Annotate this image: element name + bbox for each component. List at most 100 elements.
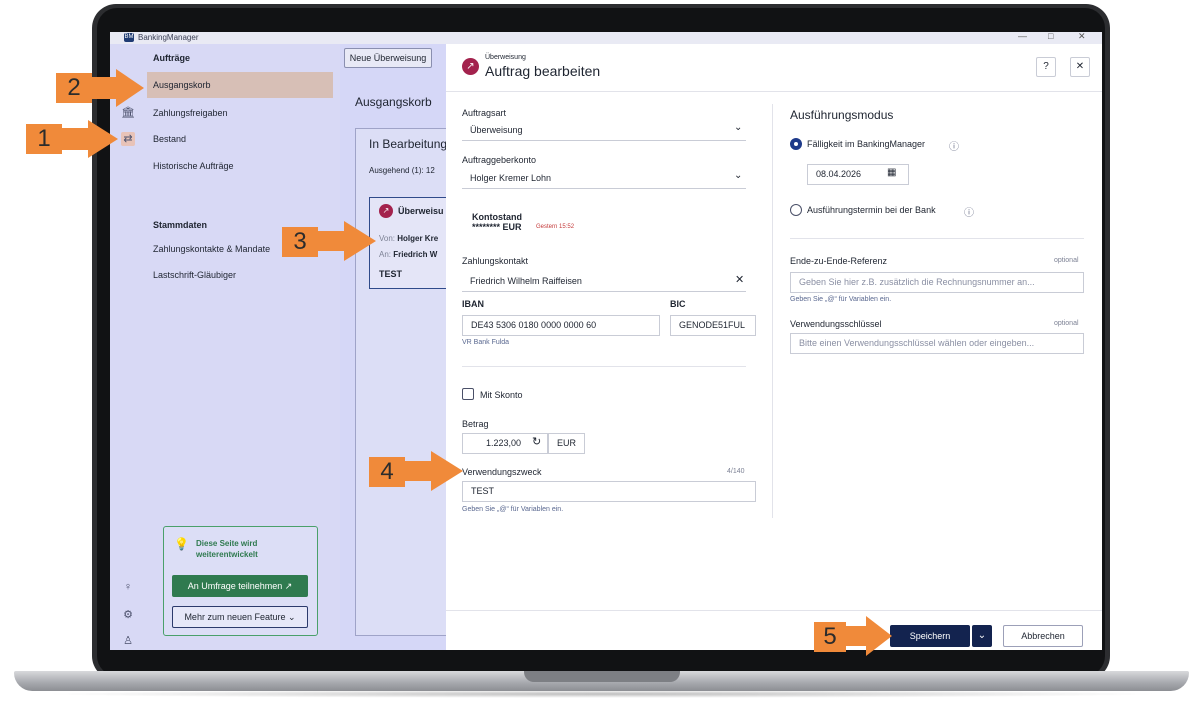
betrag-label: Betrag bbox=[462, 419, 489, 429]
marker-2-arrow bbox=[92, 69, 144, 107]
marker-1: 1 bbox=[37, 125, 51, 152]
order-from-label: Von: bbox=[379, 234, 396, 243]
e2e-input[interactable]: Geben Sie hier z.B. zusätzlich die Rechn… bbox=[790, 272, 1084, 293]
divider bbox=[462, 366, 746, 367]
edit-order-dialog: ↗ Überweisung Auftrag bearbeiten ? ✕ Auf… bbox=[446, 44, 1102, 650]
bank-name: VR Bank Fulda bbox=[462, 339, 510, 346]
kontostand-time: Gestern 15:52 bbox=[536, 224, 575, 230]
marker-5: 5 bbox=[823, 623, 837, 650]
marker-4-arrow bbox=[405, 451, 463, 491]
currency-select[interactable]: EUR bbox=[548, 433, 585, 454]
app-logo-icon: BM bbox=[124, 33, 134, 42]
marker-4: 4 bbox=[380, 458, 394, 485]
laptop-shadow bbox=[40, 690, 1163, 698]
chevron-down-icon: ⌄ bbox=[734, 170, 743, 181]
bank-termin-label: Ausführungstermin bei der Bank bbox=[807, 205, 936, 215]
auftraggeber-label: Auftraggeberkonto bbox=[462, 155, 537, 165]
app-title: BankingManager bbox=[138, 33, 199, 42]
skonto-label: Mit Skonto bbox=[480, 390, 523, 400]
in-progress-title: In Bearbeitung bbox=[369, 137, 448, 151]
save-button[interactable]: Speichern bbox=[890, 625, 970, 647]
e2e-placeholder: Geben Sie hier z.B. zusätzlich die Rechn… bbox=[799, 277, 1035, 287]
order-from: Von: Holger Kre bbox=[379, 234, 438, 243]
faelligkeit-radio[interactable] bbox=[790, 138, 802, 150]
close-dialog-icon[interactable]: ✕ bbox=[1070, 57, 1090, 77]
calendar-icon[interactable]: ▦ bbox=[887, 167, 896, 178]
dialog-title: Auftrag bearbeiten bbox=[485, 63, 601, 79]
e2e-hint: Geben Sie „@“ für Variablen ein. bbox=[790, 296, 892, 303]
external-link-icon: ↗ bbox=[284, 581, 293, 591]
close-window-button[interactable]: ✕ bbox=[1078, 32, 1086, 42]
transfer-icon: ↗ bbox=[462, 58, 479, 75]
bank-termin-radio[interactable] bbox=[790, 204, 802, 216]
verwendungsschluessel-input[interactable]: Bitte einen Verwendungsschlüssel wählen … bbox=[790, 333, 1084, 354]
chevron-down-icon: ⌄ bbox=[734, 122, 743, 133]
kontostand-value: ******** EUR bbox=[472, 222, 522, 232]
screen: BM BankingManager — □ ✕ ⇨ 🏛 ⇄ ♀ ⚙ ♙ Auft… bbox=[110, 32, 1102, 650]
order-from-value: Holger Kre bbox=[397, 234, 439, 243]
verwendungszweck-label: Verwendungszweck bbox=[462, 467, 542, 477]
iban-input[interactable]: DE43 5306 0180 0000 0000 60 bbox=[462, 315, 660, 336]
skonto-checkbox[interactable] bbox=[462, 388, 474, 400]
outgoing-count: Ausgehend (1): 12 bbox=[369, 166, 435, 175]
nav-item-ausgangskorb[interactable]: Ausgangskorb bbox=[147, 72, 333, 98]
verwendungszweck-hint: Geben Sie „@“ für Variablen ein. bbox=[462, 506, 564, 513]
user-icon[interactable]: ♙ bbox=[121, 634, 135, 648]
lightbulb-icon: 💡 bbox=[174, 537, 189, 551]
verwendungszweck-count: 4/140 bbox=[727, 468, 745, 475]
title-bar bbox=[110, 32, 1102, 44]
chevron-down-icon: ⌄ bbox=[977, 630, 987, 641]
order-to-label: An: bbox=[379, 250, 392, 259]
more-feature-label: Mehr zum neuen Feature bbox=[184, 612, 286, 622]
zahlungskontakt-input[interactable]: Friedrich Wilhelm Raiffeisen bbox=[462, 271, 746, 292]
nav-heading-stammdaten: Stammdaten bbox=[153, 220, 208, 230]
cancel-button[interactable]: Abbrechen bbox=[1003, 625, 1083, 647]
nav-heading-auftraege: Aufträge bbox=[153, 53, 191, 63]
auftragsart-select[interactable]: Überweisung bbox=[462, 120, 746, 141]
marker-2: 2 bbox=[67, 74, 81, 101]
save-options-button[interactable]: ⌄ bbox=[972, 625, 992, 647]
lightbulb-rail-icon[interactable]: ♀ bbox=[121, 580, 135, 594]
e2e-optional: optional bbox=[1054, 257, 1079, 264]
info-icon[interactable]: ⓘ bbox=[949, 138, 959, 153]
marker-3: 3 bbox=[293, 228, 307, 255]
verwendungsschluessel-placeholder: Bitte einen Verwendungsschlüssel wählen … bbox=[799, 338, 1035, 348]
nav-item-lastschrift-glaeubiger[interactable]: Lastschrift-Gläubiger bbox=[147, 262, 333, 288]
maximize-button[interactable]: □ bbox=[1048, 32, 1053, 41]
marker-3-arrow bbox=[318, 221, 376, 261]
minimize-button[interactable]: — bbox=[1018, 32, 1027, 41]
more-feature-button[interactable]: Mehr zum neuen Feature ⌄ bbox=[172, 606, 308, 628]
bic-label: BIC bbox=[670, 299, 686, 309]
zahlungskontakt-label: Zahlungskontakt bbox=[462, 256, 529, 266]
gear-icon[interactable]: ⚙ bbox=[121, 608, 135, 622]
clear-icon[interactable]: ✕ bbox=[735, 273, 744, 286]
bank-icon[interactable]: 🏛 bbox=[121, 106, 135, 120]
divider bbox=[790, 238, 1084, 239]
faelligkeit-label: Fälligkeit im BankingManager bbox=[807, 139, 926, 149]
feature-box-text: Diese Seite wird weiterentwickelt bbox=[196, 539, 258, 559]
order-type: Überweisu bbox=[398, 206, 444, 216]
chevron-down-icon: ⌄ bbox=[288, 612, 296, 622]
survey-button-label: An Umfrage teilnehmen bbox=[187, 581, 283, 591]
help-icon[interactable]: ? bbox=[1036, 57, 1056, 77]
info-icon[interactable]: ⓘ bbox=[964, 204, 974, 219]
verwendungszweck-input[interactable]: TEST bbox=[462, 481, 756, 502]
survey-button[interactable]: An Umfrage teilnehmen ↗ bbox=[172, 575, 308, 597]
transfer-type-icon: ↗ bbox=[379, 204, 393, 218]
nav-item-bestand[interactable]: Bestand bbox=[147, 126, 333, 152]
laptop-notch bbox=[524, 671, 680, 682]
kontostand-label: Kontostand bbox=[472, 212, 522, 222]
verwendungsschluessel-label: Verwendungsschlüssel bbox=[790, 319, 882, 329]
ausfuehrungsmodus-title: Ausführungsmodus bbox=[790, 108, 894, 122]
orders-icon[interactable]: ⇄ bbox=[121, 132, 135, 146]
nav-item-zahlungsfreigaben[interactable]: Zahlungsfreigaben bbox=[147, 100, 333, 126]
new-transfer-button[interactable]: Neue Überweisung bbox=[344, 48, 432, 68]
bic-input[interactable]: GENODE51FUL bbox=[670, 315, 756, 336]
marker-1-arrow bbox=[62, 120, 118, 158]
column-separator bbox=[772, 104, 773, 518]
auftragsart-label: Auftragsart bbox=[462, 108, 507, 118]
nav-item-historische-auftraege[interactable]: Historische Aufträge bbox=[147, 153, 333, 179]
list-title: Ausgangskorb bbox=[355, 95, 432, 109]
auftraggeber-select[interactable]: Holger Kremer Lohn bbox=[462, 168, 746, 189]
reset-icon[interactable]: ↻ bbox=[532, 435, 541, 448]
